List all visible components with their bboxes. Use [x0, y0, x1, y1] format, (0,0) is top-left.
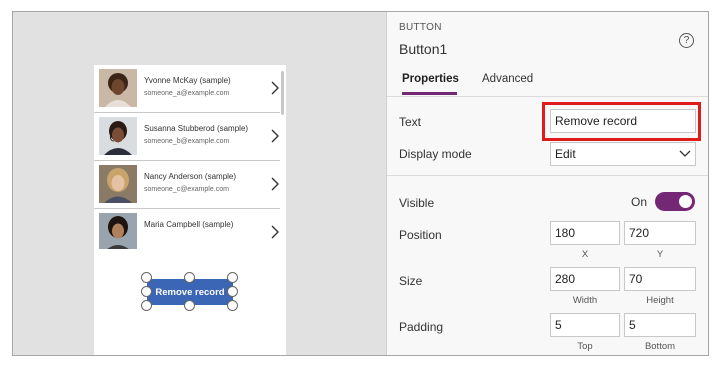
active-tab-indicator: [402, 92, 457, 95]
size-width-caption: Width: [572, 295, 598, 306]
visible-label: Visible: [399, 196, 435, 210]
size-height-caption: Height: [646, 295, 674, 306]
gallery-item-email: someone_a@example.com: [144, 90, 230, 97]
chevron-right-icon[interactable]: [269, 127, 281, 145]
gallery-item-email: someone_b@example.com: [144, 138, 230, 145]
toggle-knob: [679, 195, 692, 208]
tab-properties[interactable]: Properties: [402, 73, 459, 85]
gallery-item-name: Susanna Stubberod (sample): [144, 124, 249, 133]
gallery-item-name: Maria Campbell (sample): [144, 220, 234, 229]
resize-handle[interactable]: [141, 300, 152, 311]
resize-handle[interactable]: [227, 300, 238, 311]
chevron-down-icon: [679, 150, 691, 157]
properties-panel: BUTTON Button1 ? Properties Advanced Tex…: [386, 12, 708, 355]
position-x-input[interactable]: 180: [550, 221, 620, 245]
gallery-scrollbar[interactable]: [281, 71, 284, 115]
gallery[interactable]: Yvonne McKay (sample) someone_a@example.…: [94, 65, 286, 249]
resize-handle[interactable]: [141, 286, 152, 297]
gallery-item-email: someone_c@example.com: [144, 186, 229, 193]
text-property-label: Text: [399, 115, 422, 129]
position-x-caption: X: [581, 249, 589, 260]
gallery-row[interactable]: Maria Campbell (sample): [94, 209, 280, 249]
padding-top-caption: Top: [577, 341, 593, 352]
position-y-input[interactable]: 720: [624, 221, 696, 245]
chevron-right-icon[interactable]: [269, 79, 281, 97]
gallery-row[interactable]: Yvonne McKay (sample) someone_a@example.…: [94, 65, 280, 113]
remove-record-control[interactable]: Remove record: [141, 272, 238, 311]
person-photo: [99, 117, 137, 155]
padding-top-input[interactable]: 5: [550, 313, 620, 337]
size-height-input[interactable]: 70: [624, 267, 696, 291]
app-frame: Yvonne McKay (sample) someone_a@example.…: [12, 11, 709, 356]
help-icon[interactable]: ?: [679, 33, 694, 48]
person-photo: [99, 165, 137, 203]
person-photo: [99, 69, 137, 107]
position-y-caption: Y: [656, 249, 664, 260]
chevron-right-icon[interactable]: [269, 175, 281, 193]
visible-state: On: [631, 195, 648, 209]
gallery-row[interactable]: Susanna Stubberod (sample) someone_b@exa…: [94, 113, 280, 161]
display-mode-label: Display mode: [399, 147, 472, 161]
resize-handle[interactable]: [184, 272, 195, 283]
display-mode-dropdown[interactable]: Edit: [550, 142, 696, 166]
app-screen[interactable]: Yvonne McKay (sample) someone_a@example.…: [94, 65, 286, 355]
padding-bottom-caption: Bottom: [644, 341, 676, 352]
gallery-item-name: Yvonne McKay (sample): [144, 76, 231, 85]
divider: [387, 96, 708, 97]
design-canvas[interactable]: Yvonne McKay (sample) someone_a@example.…: [13, 12, 386, 355]
display-mode-value: Edit: [555, 147, 576, 161]
control-name[interactable]: Button1: [399, 41, 447, 57]
gallery-row[interactable]: Nancy Anderson (sample) someone_c@exampl…: [94, 161, 280, 209]
control-type: BUTTON: [399, 22, 442, 33]
padding-bottom-input[interactable]: 5: [624, 313, 696, 337]
resize-handle[interactable]: [227, 272, 238, 283]
size-label: Size: [399, 274, 423, 288]
visible-toggle[interactable]: [655, 192, 695, 211]
padding-label: Padding: [399, 320, 444, 334]
gallery-item-name: Nancy Anderson (sample): [144, 172, 237, 181]
person-photo: [99, 213, 137, 249]
divider: [387, 175, 708, 176]
position-label: Position: [399, 228, 442, 242]
resize-handle[interactable]: [227, 286, 238, 297]
tab-advanced[interactable]: Advanced: [482, 73, 533, 85]
text-property-input[interactable]: Remove record: [550, 109, 696, 133]
chevron-right-icon[interactable]: [269, 223, 281, 241]
resize-handle[interactable]: [184, 300, 195, 311]
size-width-input[interactable]: 280: [550, 267, 620, 291]
resize-handle[interactable]: [141, 272, 152, 283]
